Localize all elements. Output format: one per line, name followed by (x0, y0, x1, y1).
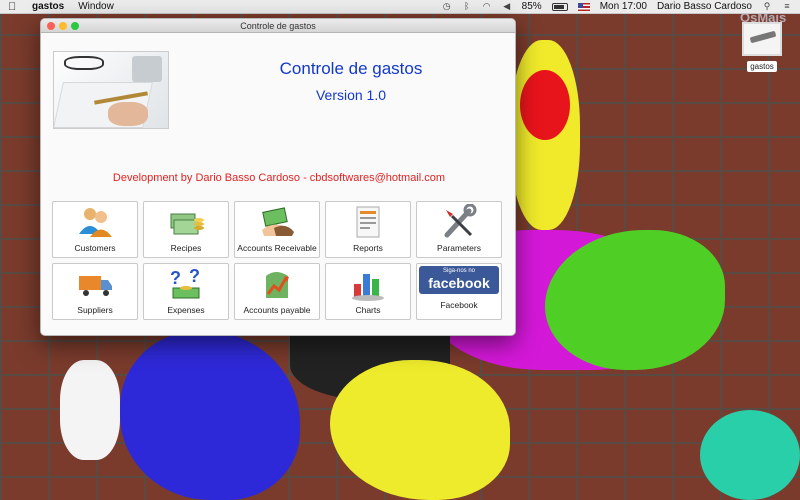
accounts-payable-button[interactable]: Accounts payable (234, 263, 320, 320)
clock[interactable]: Mon 17:00 (600, 1, 647, 12)
app-window: Controle de gastos Controle de gastos Ve… (40, 18, 516, 336)
charts-icon (352, 274, 384, 301)
reports-label: Reports (353, 243, 383, 253)
recipes-label: Recipes (170, 243, 202, 253)
desktop-icon-gastos[interactable]: gastos (741, 22, 783, 74)
bluetooth-icon[interactable]: ᛒ (462, 2, 472, 11)
window-title: Controle de gastos (240, 21, 316, 31)
window-titlebar[interactable]: Controle de gastos (41, 19, 515, 33)
paint-splat-blue (120, 330, 300, 500)
app-title: Controle de gastos (279, 59, 423, 78)
paint-splat-yellow-bottom (330, 360, 510, 500)
wifi-icon[interactable]: ◠ (482, 2, 492, 11)
input-source-flag-icon[interactable] (577, 2, 590, 11)
facebook-icon: Siga-nos no facebook (419, 266, 499, 294)
developer-credit: Development by Dario Basso Cardoso - cbd… (112, 172, 446, 184)
reports-icon (356, 206, 380, 238)
expenses-label: Expenses (167, 305, 205, 315)
recipes-icon (170, 213, 204, 235)
close-window-button[interactable] (47, 22, 55, 30)
expenses-button[interactable]: ? ? Expenses (143, 263, 229, 320)
hero-image-finance (53, 51, 169, 129)
window-content: Controle de gastos Version 1.0 Developme… (41, 33, 515, 335)
suppliers-icon (79, 276, 112, 296)
recipes-button[interactable]: Recipes (143, 201, 229, 258)
facebook-label: Facebook (440, 300, 478, 310)
parameters-icon (444, 204, 477, 238)
battery-icon[interactable] (551, 2, 568, 11)
desktop-icon-label: gastos (747, 61, 777, 72)
svg-text:?: ? (170, 268, 181, 288)
charts-label: Charts (355, 305, 381, 315)
parameters-label: Parameters (437, 243, 481, 253)
accounts-receivable-icon (262, 207, 294, 236)
svg-text:?: ? (189, 266, 200, 286)
customers-button[interactable]: Customers (52, 201, 138, 258)
app-menu[interactable]: gastos (32, 1, 64, 12)
accounts-receivable-label: Accounts Receivable (237, 243, 317, 253)
reports-button[interactable]: Reports (325, 201, 411, 258)
suppliers-button[interactable]: Suppliers (52, 263, 138, 320)
time-machine-icon[interactable]: ◷ (442, 2, 452, 11)
charts-button[interactable]: Charts (325, 263, 411, 320)
accounts-payable-icon (266, 272, 289, 298)
zoom-window-button[interactable] (71, 22, 79, 30)
facebook-button[interactable]: Siga-nos no facebook Facebook (416, 263, 502, 320)
volume-icon[interactable]: ◀ (502, 2, 512, 11)
traffic-lights (47, 22, 79, 30)
minimize-window-button[interactable] (59, 22, 67, 30)
customers-icon (79, 208, 112, 237)
app-version: Version 1.0 (315, 87, 387, 103)
accounts-payable-label: Accounts payable (243, 305, 311, 315)
facebook-wordmark: facebook (428, 275, 490, 291)
customers-label: Customers (74, 243, 116, 253)
suppliers-label: Suppliers (77, 305, 113, 315)
user-name[interactable]: Dario Basso Cardoso (657, 1, 752, 12)
apple-menu-icon[interactable]:  (8, 1, 20, 13)
parameters-button[interactable]: Parameters (416, 201, 502, 258)
paint-splat-teal (700, 410, 800, 500)
menu-bar:  gastos Window ◷ ᛒ ◠ ◀ 85% Mon 17:00 Da… (0, 0, 800, 14)
facebook-follow-text: Siga-nos no (442, 268, 476, 274)
battery-percent[interactable]: 85% (522, 1, 542, 12)
accounts-receivable-button[interactable]: Accounts Receivable (234, 201, 320, 258)
module-grid: Customers Recipes Accounts Receivable Re… (52, 201, 502, 320)
paint-splat-white (60, 360, 120, 460)
paint-splat-red (520, 70, 570, 140)
desktop-icon-thumbnail (742, 22, 782, 56)
window-menu[interactable]: Window (78, 1, 114, 12)
expenses-icon: ? ? (170, 266, 200, 299)
